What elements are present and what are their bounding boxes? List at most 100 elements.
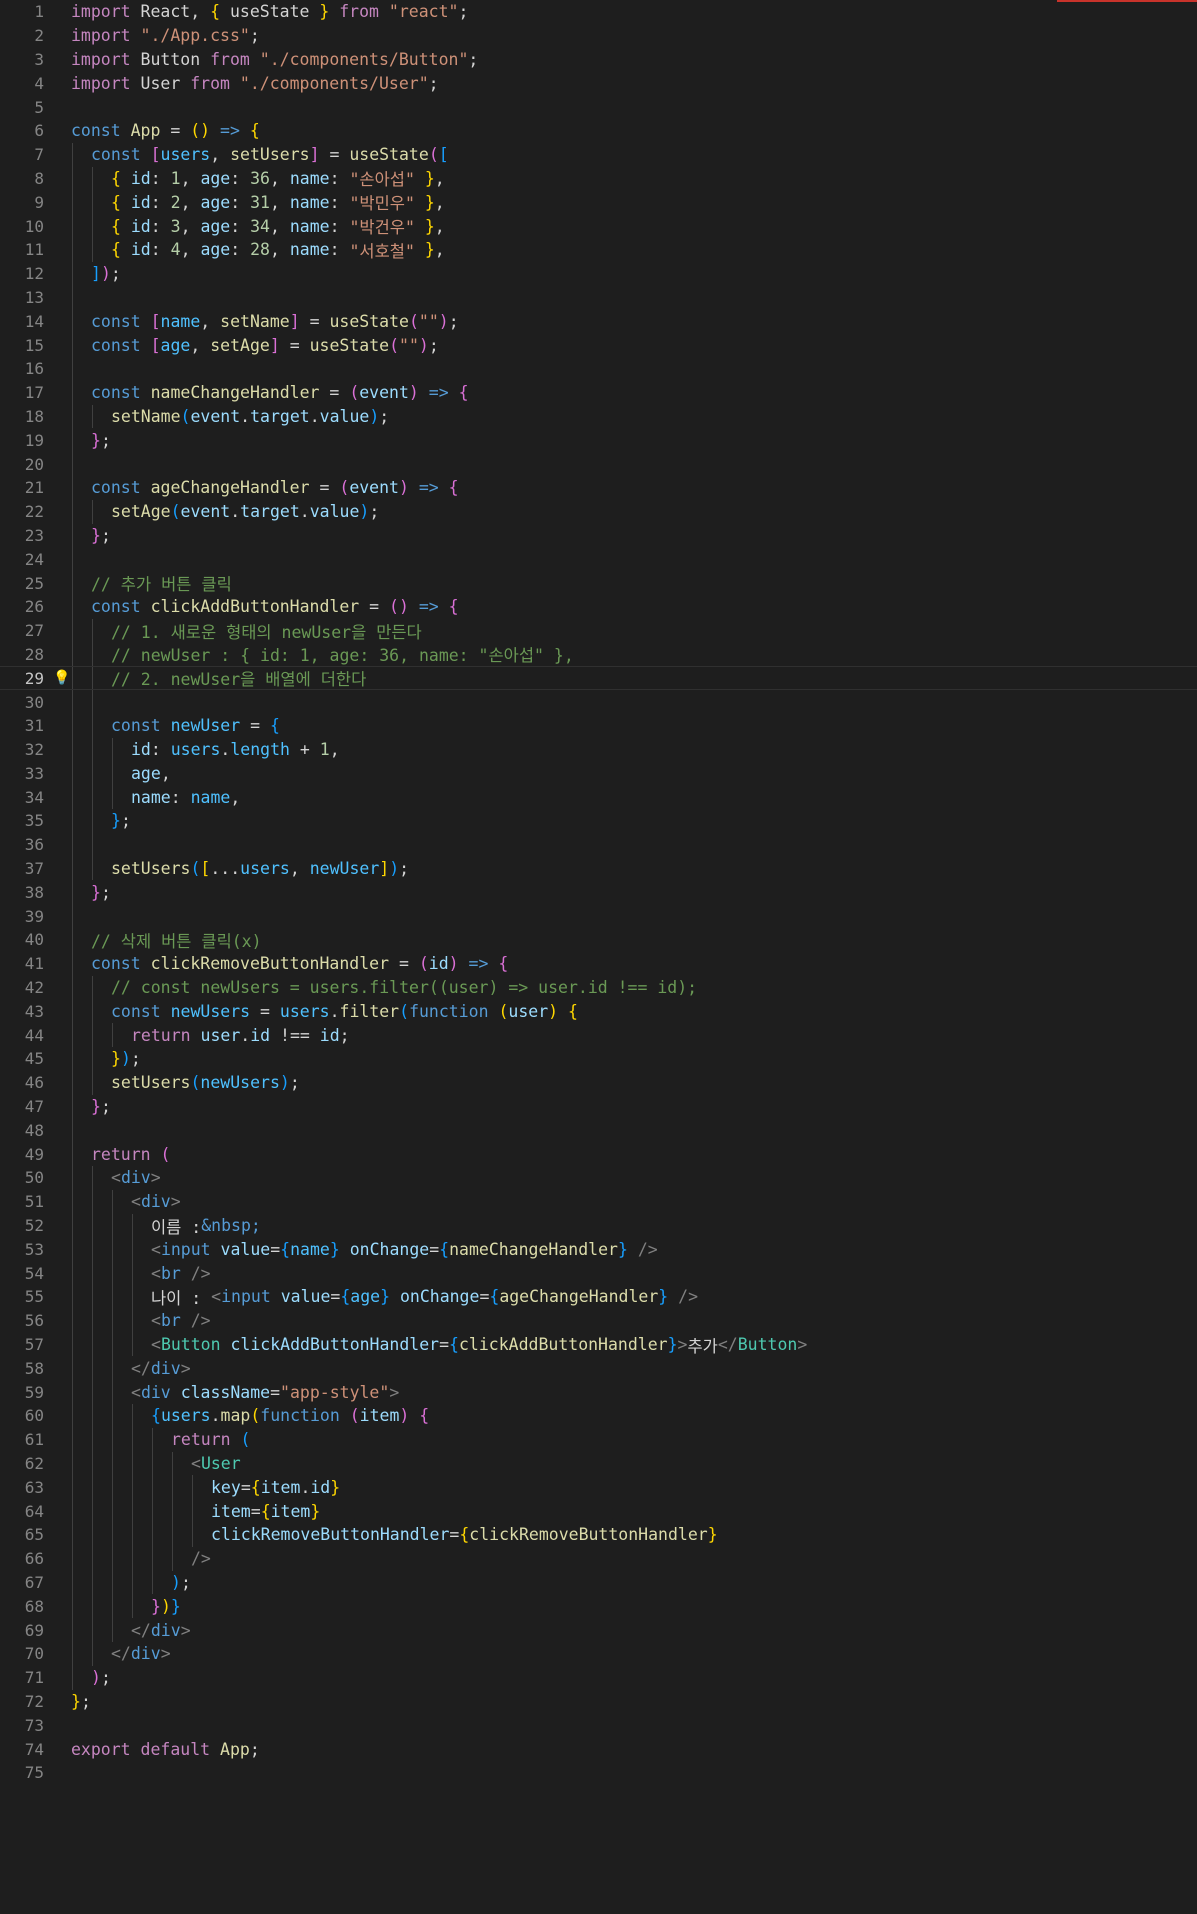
code-line[interactable]: 21 const ageChangeHandler = (event) => { bbox=[0, 475, 1197, 500]
code-token: } bbox=[170, 1596, 181, 1616]
code-line[interactable]: 28 // newUser : { id: 1, age: 36, name: "… bbox=[0, 642, 1197, 667]
code-line[interactable]: 35}; bbox=[0, 809, 1197, 833]
code-line[interactable]: 37 setUsers([... users, newUser]); bbox=[0, 856, 1197, 881]
code-token: div bbox=[130, 1644, 161, 1664]
code-line[interactable]: 9 { id: 2, age: 31, name: "박민우" }, bbox=[0, 190, 1197, 215]
code-line[interactable]: 68})} bbox=[0, 1594, 1197, 1619]
code-line[interactable]: 43 const newUsers = users. filter(function… bbox=[0, 999, 1197, 1024]
indent-guide bbox=[92, 190, 93, 215]
code-line[interactable]: 38}; bbox=[0, 880, 1197, 905]
code-line[interactable]: 51 < div > bbox=[0, 1189, 1197, 1214]
code-line[interactable]: 11 { id: 4, age: 28, name: "서호철" }, bbox=[0, 237, 1197, 262]
code-token: } bbox=[424, 240, 435, 260]
code-line[interactable]: 50 < div > bbox=[0, 1166, 1197, 1190]
code-line[interactable]: 18 setName(event. target. value); bbox=[0, 404, 1197, 429]
code-line[interactable]: 17 const nameChangeHandler = (event) => { bbox=[0, 380, 1197, 405]
code-line[interactable]: 10 { id: 3, age: 34, name: "박건우" }, bbox=[0, 214, 1197, 238]
code-line[interactable]: 47}; bbox=[0, 1094, 1197, 1119]
code-line[interactable]: 40 // 삭제 버튼 클릭(x) bbox=[0, 928, 1197, 952]
code-line[interactable]: 46 setUsers(newUsers); bbox=[0, 1070, 1197, 1095]
line-gutter bbox=[44, 95, 71, 119]
code-token: /> bbox=[637, 1239, 658, 1259]
code-line[interactable]: 39 bbox=[0, 904, 1197, 929]
line-gutter bbox=[44, 1761, 71, 1785]
code-line[interactable]: 66 /> bbox=[0, 1546, 1197, 1571]
code-line[interactable]: 24 bbox=[0, 547, 1197, 572]
code-line[interactable]: 12]); bbox=[0, 261, 1197, 286]
code-token: clickAddButtonHandler bbox=[150, 597, 360, 617]
code-line[interactable]: 31 const newUser = { bbox=[0, 713, 1197, 738]
code-line[interactable]: 30 bbox=[0, 690, 1197, 714]
code-token: user bbox=[508, 1001, 549, 1021]
code-line[interactable]: 67); bbox=[0, 1570, 1197, 1595]
code-line[interactable]: 20 bbox=[0, 452, 1197, 476]
code-line[interactable]: 75 bbox=[0, 1761, 1197, 1785]
code-line[interactable]: 42 // const newUsers = users.filter((user… bbox=[0, 975, 1197, 1000]
code-line[interactable]: 48 bbox=[0, 1118, 1197, 1143]
code-line[interactable]: 1 import React, { useState } from "react"… bbox=[0, 0, 1197, 24]
code-line[interactable]: 25 // 추가 버튼 클릭 bbox=[0, 571, 1197, 595]
code-line[interactable]: 65 clickRemoveButtonHandler ={clickRemoveB… bbox=[0, 1523, 1197, 1547]
lightbulb-icon[interactable]: 💡 bbox=[53, 670, 70, 686]
code-line[interactable]: 73 bbox=[0, 1713, 1197, 1737]
code-line[interactable]: 59 < div className = "app-style" > bbox=[0, 1380, 1197, 1405]
code-line[interactable]: 71); bbox=[0, 1665, 1197, 1690]
code-line[interactable]: 56 < br /> bbox=[0, 1308, 1197, 1333]
code-text bbox=[71, 904, 91, 929]
code-text: < br /> bbox=[71, 1261, 211, 1286]
code-line[interactable]: 54 < br /> bbox=[0, 1261, 1197, 1286]
code-line[interactable]: 23}; bbox=[0, 523, 1197, 548]
code-line[interactable]: 32 id: users. length + 1, bbox=[0, 737, 1197, 762]
code-line[interactable]: 72}; bbox=[0, 1690, 1197, 1714]
code-token: ; bbox=[110, 264, 121, 284]
code-line[interactable]: 6 const App = () => { bbox=[0, 119, 1197, 143]
code-line[interactable]: 60{users. map(function (item) { bbox=[0, 1404, 1197, 1428]
code-token: ) bbox=[91, 1668, 101, 1688]
code-line[interactable]: 36 bbox=[0, 832, 1197, 857]
code-line[interactable]: 5 bbox=[0, 95, 1197, 119]
code-line[interactable]: 61 return ( bbox=[0, 1427, 1197, 1452]
code-token: 3 bbox=[170, 216, 181, 236]
code-line[interactable]: 26 const clickAddButtonHandler = () => { bbox=[0, 594, 1197, 619]
code-line[interactable]: 57 < Button clickAddButtonHandler ={clickAd… bbox=[0, 1332, 1197, 1357]
code-line[interactable]: 44 return user. id !== id; bbox=[0, 1023, 1197, 1048]
code-line[interactable]: 16 bbox=[0, 356, 1197, 381]
code-line[interactable]: 41 const clickRemoveButtonHandler = (id) … bbox=[0, 951, 1197, 976]
code-editor[interactable]: 1 import React, { useState } from "react"… bbox=[0, 0, 1197, 1914]
code-line[interactable]: 52 이름 : &nbsp; bbox=[0, 1213, 1197, 1238]
code-line[interactable]: 34 name: name, bbox=[0, 785, 1197, 810]
code-line[interactable]: 2 import "./App.css"; bbox=[0, 24, 1197, 48]
code-line[interactable]: 4 import User from "./components/User"; bbox=[0, 71, 1197, 95]
line-number: 58 bbox=[24, 1358, 44, 1378]
code-line[interactable]: 15 const [age, setAge] = useState(""); bbox=[0, 333, 1197, 357]
line-number: 34 bbox=[24, 787, 44, 807]
code-line[interactable]: 63 key ={item. id} bbox=[0, 1475, 1197, 1500]
code-token: Button bbox=[130, 49, 211, 69]
code-line[interactable]: 14 const [name, setName] = useState(""); bbox=[0, 309, 1197, 334]
code-line[interactable]: 29 💡 // 2. newUser을 배열에 더한다 bbox=[0, 666, 1197, 691]
code-line[interactable]: 22 setAge(event. target. value); bbox=[0, 499, 1197, 524]
code-text: {users. map(function (item) { bbox=[71, 1404, 429, 1428]
code-line[interactable]: 27 // 1. 새로운 형태의 newUser을 만든다 bbox=[0, 618, 1197, 643]
code-line[interactable]: 13 bbox=[0, 285, 1197, 310]
code-line[interactable]: 58 </div > bbox=[0, 1356, 1197, 1381]
code-line[interactable]: 7 const [users, setUsers] = useState([ bbox=[0, 142, 1197, 167]
code-line[interactable]: 70 </div > bbox=[0, 1641, 1197, 1666]
code-line[interactable]: 45}); bbox=[0, 1047, 1197, 1071]
code-token: App bbox=[220, 1739, 250, 1759]
code-line[interactable]: 55 나이 : < input value ={age} onChange ={ageC… bbox=[0, 1285, 1197, 1309]
code-line[interactable]: 53 < input value ={name} onChange ={nameChan… bbox=[0, 1237, 1197, 1262]
code-line[interactable]: 8 { id: 1, age: 36, name: "손아섭" }, bbox=[0, 166, 1197, 191]
code-line[interactable]: 74 export default App; bbox=[0, 1737, 1197, 1761]
code-line[interactable]: 62 < User bbox=[0, 1451, 1197, 1476]
code-line[interactable]: 64 item ={item} bbox=[0, 1499, 1197, 1523]
code-line[interactable]: 33 age, bbox=[0, 761, 1197, 786]
code-line[interactable]: 3 import Button from "./components/Button… bbox=[0, 48, 1197, 72]
indent-guide bbox=[72, 499, 73, 524]
code-line[interactable]: 49 return ( bbox=[0, 1142, 1197, 1167]
code-lines[interactable]: 1 import React, { useState } from "react"… bbox=[0, 0, 1197, 1785]
code-line[interactable]: 19}; bbox=[0, 428, 1197, 453]
code-line[interactable]: 69 </div > bbox=[0, 1618, 1197, 1642]
